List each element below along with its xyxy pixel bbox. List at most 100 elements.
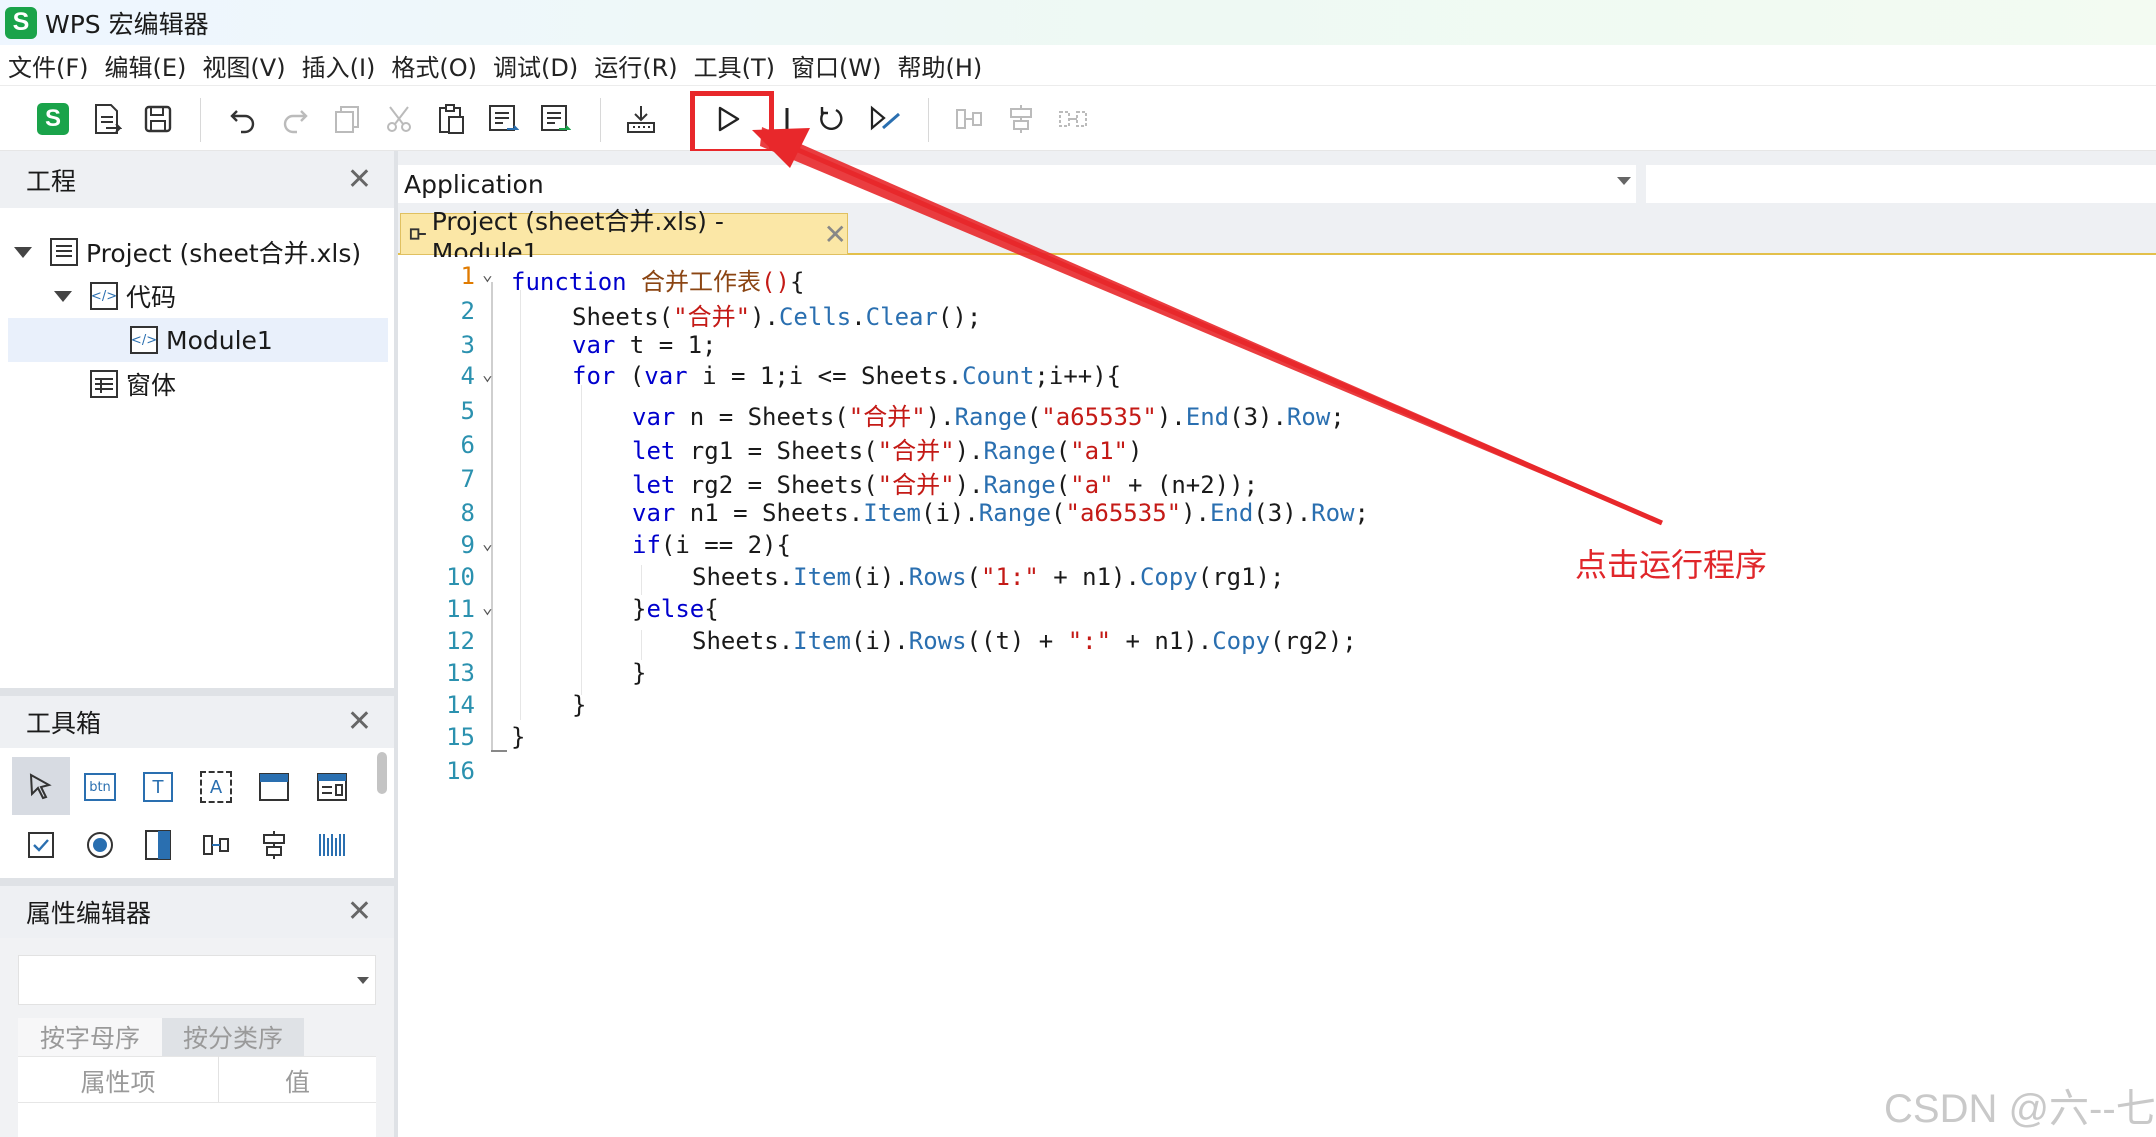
line-number: 6: [460, 431, 475, 459]
menu-debug[interactable]: 调试(D): [493, 48, 578, 83]
redo-icon[interactable]: [276, 100, 314, 138]
undo-icon[interactable]: [224, 100, 262, 138]
save-icon[interactable]: [139, 100, 177, 138]
fold-toggle-icon[interactable]: ⌄: [482, 533, 502, 554]
image-tool-icon[interactable]: [312, 825, 352, 865]
toolbox-panel-close-icon[interactable]: ✕: [347, 707, 372, 737]
code-line-11: }else{: [632, 595, 719, 623]
checkbox-tool-icon[interactable]: [21, 825, 61, 865]
comment-icon[interactable]: [484, 100, 522, 138]
label-tool-icon[interactable]: T: [138, 767, 178, 807]
tab-close-icon[interactable]: ✕: [824, 218, 847, 251]
paste-icon[interactable]: [432, 100, 470, 138]
code-line-12: Sheets.Item(i).Rows((t) + ":" + n1).Copy…: [692, 627, 1357, 655]
menu-format[interactable]: 格式(O): [391, 48, 477, 83]
menu-insert[interactable]: 插入(I): [302, 48, 376, 83]
tree-item-forms-label: 窗体: [126, 371, 177, 400]
copy-icon[interactable]: [328, 100, 366, 138]
menu-tools[interactable]: 工具(T): [694, 48, 775, 83]
menu-view[interactable]: 视图(V): [202, 48, 285, 83]
tree-expand-icon[interactable]: [54, 290, 72, 302]
menu-window[interactable]: 窗口(W): [791, 48, 881, 83]
column-header-property: 属性项: [80, 1068, 156, 1097]
tree-item-code[interactable]: </> 代码: [54, 276, 176, 316]
button-tool-icon[interactable]: btn: [80, 767, 120, 807]
code-folder-icon: </>: [90, 282, 118, 310]
tree-item-code-label: 代码: [126, 283, 177, 312]
line-number: 3: [460, 331, 475, 359]
fold-toggle-icon[interactable]: ⌄: [482, 597, 502, 618]
line-number: 10: [446, 563, 475, 591]
fold-toggle-icon[interactable]: ⌄: [482, 264, 502, 285]
object-combo[interactable]: Application: [398, 165, 1636, 203]
export-icon[interactable]: [88, 100, 126, 138]
code-line-8: var n1 = Sheets.Item(i).Range("a65535").…: [632, 499, 1369, 527]
module-icon: </>: [130, 326, 158, 354]
textbox-tool-icon[interactable]: A: [196, 767, 236, 807]
align-v-icon[interactable]: [1002, 100, 1040, 138]
tree-item-forms[interactable]: 窗体: [90, 364, 176, 404]
line-number: 4: [460, 362, 475, 390]
line-number: 2: [460, 297, 475, 325]
wps-logo-icon[interactable]: S: [34, 100, 72, 138]
code-line-14: }: [572, 691, 587, 719]
tree-item-module1[interactable]: </> Module1: [130, 320, 273, 360]
procedure-combo[interactable]: [1646, 165, 2156, 203]
object-select[interactable]: [18, 955, 376, 1005]
reset-icon[interactable]: [812, 100, 850, 138]
pointer-tool-icon[interactable]: [21, 767, 61, 807]
scrollbar-tool-icon[interactable]: [254, 825, 294, 865]
tab-alphabetic[interactable]: 按字母序: [18, 1018, 162, 1056]
menu-edit[interactable]: 编辑(E): [105, 48, 187, 83]
cut-icon[interactable]: [380, 100, 418, 138]
tree-item-project[interactable]: Project (sheet合并.xls): [14, 232, 361, 272]
line-number: 12: [446, 627, 475, 655]
toolbox-scrollbar[interactable]: [377, 752, 387, 794]
chevron-down-icon[interactable]: [1617, 177, 1631, 185]
property-panel-close-icon[interactable]: ✕: [347, 897, 372, 927]
textbox-tool-glyph: A: [200, 771, 232, 803]
spin-tool-icon[interactable]: [196, 825, 236, 865]
tree-item-module1-label: Module1: [166, 325, 273, 355]
project-panel-close-icon[interactable]: ✕: [347, 164, 372, 195]
distribute-icon[interactable]: [1054, 100, 1092, 138]
tree-expand-icon[interactable]: [14, 246, 32, 258]
toolbox-panel-header: 工具箱 ✕: [0, 696, 394, 748]
line-number: 13: [446, 659, 475, 687]
code-line-10: Sheets.Item(i).Rows("1:" + n1).Copy(rg1)…: [692, 563, 1285, 591]
line-number: 9: [460, 531, 475, 559]
module-tab-icon: [409, 228, 426, 240]
tab-module1[interactable]: Project (sheet合并.xls) - Module1 ✕: [400, 207, 848, 267]
radio-tool-icon[interactable]: [80, 825, 120, 865]
line-number: 8: [460, 499, 475, 527]
panel-splitter[interactable]: [0, 688, 394, 696]
uncomment-icon[interactable]: [536, 100, 574, 138]
fold-toggle-icon[interactable]: ⌄: [482, 364, 502, 385]
project-icon: [50, 238, 78, 266]
toggle-tool-icon[interactable]: [138, 825, 178, 865]
code-line-4: for (var i = 1;i <= Sheets.Count;i++){: [572, 362, 1122, 390]
panel-splitter[interactable]: [0, 878, 394, 886]
menu-run[interactable]: 运行(R): [594, 48, 677, 83]
code-line-3: var t = 1;: [572, 331, 717, 359]
chevron-down-icon[interactable]: [357, 977, 369, 984]
debug-icon[interactable]: [866, 100, 904, 138]
align-h-icon[interactable]: [950, 100, 988, 138]
fold-gutter-line: [491, 282, 493, 752]
run-button-highlight: [690, 91, 774, 154]
tab-categorized[interactable]: 按分类序: [162, 1018, 304, 1056]
label-tool-glyph: T: [143, 772, 173, 802]
toolbox-panel-title: 工具箱: [26, 709, 102, 738]
window-title: WPS 宏编辑器: [45, 9, 209, 39]
import-icon[interactable]: [622, 100, 660, 138]
tree-item-project-label: Project (sheet合并.xls): [86, 239, 362, 268]
frame-tool-icon[interactable]: [254, 767, 294, 807]
wps-app-icon: S: [5, 6, 37, 39]
code-line-5: var n = Sheets("合并").Range("a65535").End…: [632, 403, 1345, 431]
menu-help[interactable]: 帮助(H): [898, 48, 983, 83]
menu-file[interactable]: 文件(F): [8, 48, 89, 83]
project-panel-title: 工程: [26, 166, 77, 196]
line-number: 1: [460, 262, 475, 290]
code-line-9: if(i == 2){: [632, 531, 791, 559]
list-tool-icon[interactable]: [312, 767, 352, 807]
